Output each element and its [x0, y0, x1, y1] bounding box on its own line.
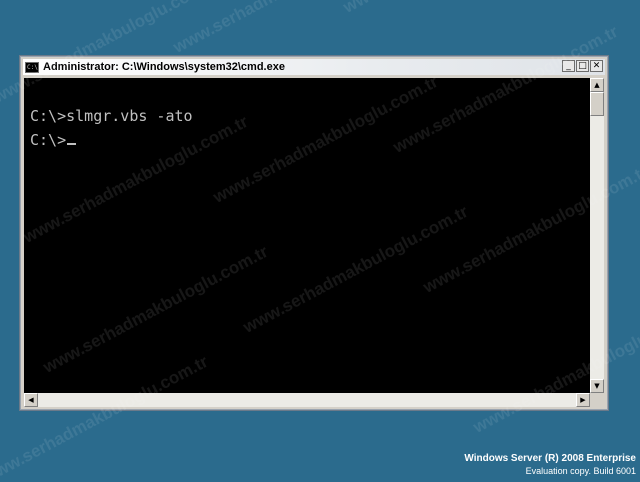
text-cursor [67, 143, 77, 145]
vertical-scroll-thumb[interactable] [590, 92, 604, 116]
caption-buttons: _ □ ✕ [561, 60, 603, 72]
product-name: Windows Server (R) 2008 Enterprise [464, 453, 636, 464]
scroll-right-arrow-icon[interactable]: ▶ [576, 393, 590, 407]
close-button[interactable]: ✕ [590, 60, 603, 72]
prompt-text: C:\> [30, 131, 67, 149]
build-info: Evaluation copy. Build 6001 [525, 466, 636, 476]
scroll-down-arrow-icon[interactable]: ▼ [590, 379, 604, 393]
scroll-up-arrow-icon[interactable]: ▲ [590, 78, 604, 92]
console-output[interactable]: C:\>slmgr.vbs -ato C:\> [24, 78, 590, 393]
console-line-prompt: C:\> [30, 131, 77, 149]
console-line-command: C:\>slmgr.vbs -ato [30, 107, 193, 125]
title-bar[interactable]: C:\ Administrator: C:\Windows\system32\c… [23, 59, 605, 75]
cmd-app-icon[interactable]: C:\ [25, 61, 39, 73]
cmd-window: C:\ Administrator: C:\Windows\system32\c… [20, 56, 608, 410]
watermark-text: www.serhadmakbuloglu.com.tr [170, 0, 402, 58]
scroll-left-arrow-icon[interactable]: ◀ [24, 393, 38, 407]
watermark-text: www.serhadmakbuloglu.com.tr [340, 0, 572, 18]
os-branding: Windows Server (R) 2008 Enterprise Evalu… [464, 452, 636, 477]
scrollbar-corner [590, 393, 604, 407]
horizontal-scrollbar[interactable]: ◀ ▶ [24, 393, 590, 407]
maximize-button[interactable]: □ [576, 60, 589, 72]
vertical-scrollbar[interactable]: ▲ ▼ [590, 78, 604, 393]
console-line-text: C:\>slmgr.vbs -ato [30, 107, 193, 125]
window-title: Administrator: C:\Windows\system32\cmd.e… [43, 61, 285, 73]
minimize-button[interactable]: _ [562, 60, 575, 72]
